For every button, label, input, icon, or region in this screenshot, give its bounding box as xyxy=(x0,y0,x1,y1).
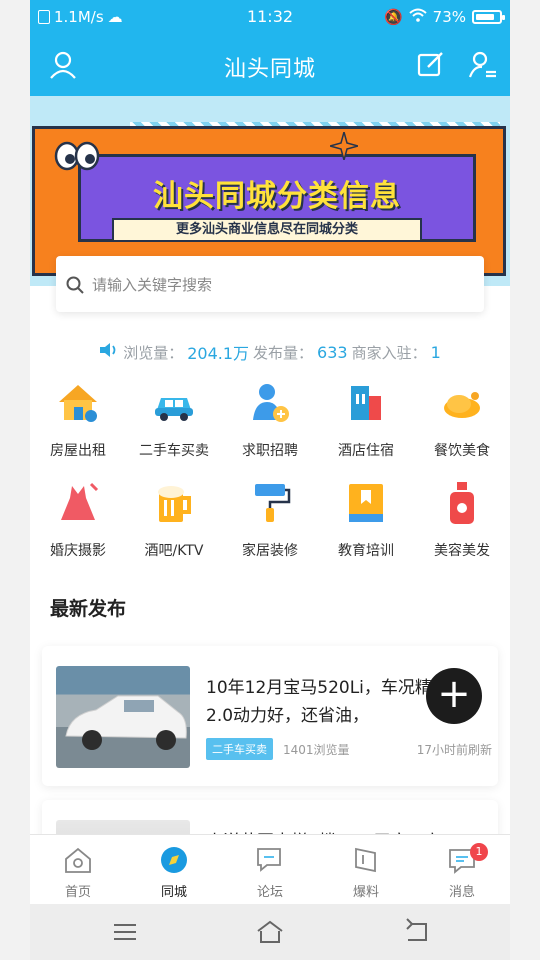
food-icon xyxy=(444,392,480,418)
section-title-latest: 最新发布 xyxy=(50,598,127,620)
category-label: 婚庆摄影 xyxy=(50,543,106,559)
category-bar-ktv[interactable]: 酒吧/KTV xyxy=(126,480,222,560)
home-icon xyxy=(65,847,91,873)
category-label: 美容美发 xyxy=(434,543,490,559)
category-label: 二手车买卖 xyxy=(139,443,209,459)
merchants-label: 商家入驻： xyxy=(351,343,427,362)
category-jobs[interactable]: 求职招聘 xyxy=(222,380,318,460)
lotion-icon xyxy=(450,482,474,524)
profile-settings-icon[interactable] xyxy=(468,50,498,80)
tab-label: 同城 xyxy=(160,885,187,900)
category-grid: 房屋出租 二手车买卖 求职招聘 酒店住宿 餐饮美食 婚庆摄影 酒吧/KTV 家居… xyxy=(30,380,510,560)
status-bar: 1.1M/s ☁ 11:32 🔕 73% xyxy=(30,0,510,34)
chat-icon xyxy=(257,848,281,872)
tab-label: 爆料 xyxy=(352,885,379,900)
search-icon xyxy=(66,276,84,294)
car-icon xyxy=(155,398,193,421)
post-category-tag[interactable]: 二手车买卖 xyxy=(206,738,273,760)
post-meta: 二手车买卖 1401浏览量 17小时前刷新 xyxy=(206,738,492,760)
banner-tagline: 更多汕头商业信息尽在同城分类 xyxy=(112,218,422,242)
views-label: 浏览量： xyxy=(123,343,184,362)
tab-city[interactable]: 同城 xyxy=(126,835,222,904)
app-header: 汕头同城 xyxy=(30,34,510,96)
edit-icon[interactable] xyxy=(416,50,446,80)
home-nav-icon[interactable] xyxy=(255,918,285,946)
category-wedding-photo[interactable]: 婚庆摄影 xyxy=(30,480,126,560)
battery-percent: 73% xyxy=(432,8,466,26)
menu-icon[interactable] xyxy=(110,918,140,946)
post-card[interactable]: 10年12月宝马520Li，车况精品，2.0动力好，还省油， 二手车买卖 140… xyxy=(42,646,498,786)
wifi-icon xyxy=(408,8,427,26)
tab-forum[interactable]: 论坛 xyxy=(222,835,318,904)
tab-tips[interactable]: 爆料 xyxy=(318,835,414,904)
posts-count: 633 xyxy=(317,342,348,362)
bottom-tab-bar: 首页 同城 论坛 爆料 1 消息 xyxy=(30,834,510,904)
post-thumbnail xyxy=(56,666,190,768)
category-label: 教育培训 xyxy=(338,543,394,559)
dress-icon xyxy=(61,482,99,520)
category-beauty[interactable]: 美容美发 xyxy=(414,480,510,560)
post-views: 1401浏览量 xyxy=(283,742,350,757)
banner-headline: 汕头同城分类信息 xyxy=(153,179,401,214)
category-label: 餐饮美食 xyxy=(434,443,490,459)
eyes-icon xyxy=(54,141,100,171)
tab-messages[interactable]: 1 消息 xyxy=(414,835,510,904)
category-label: 求职招聘 xyxy=(242,443,298,459)
site-stats: 浏览量： 204.1万 发布量： 633 商家入驻： 1 xyxy=(30,340,510,364)
category-home-decor[interactable]: 家居装修 xyxy=(222,480,318,560)
mute-icon: 🔕 xyxy=(383,8,403,26)
hotel-icon xyxy=(351,386,381,420)
category-label: 房屋出租 xyxy=(50,443,106,459)
category-label: 酒店住宿 xyxy=(338,443,394,459)
add-post-button[interactable]: + xyxy=(426,668,482,724)
app-screen: 1.1M/s ☁ 11:32 🔕 73% 汕头同城 汕头同城分类信息 更多汕头商… xyxy=(30,0,510,960)
views-count: 204.1万 xyxy=(187,344,250,363)
house-icon xyxy=(59,385,97,422)
tab-label: 首页 xyxy=(64,885,91,900)
search-placeholder: 请输入关键字搜索 xyxy=(92,276,213,294)
flag-icon xyxy=(355,847,376,873)
tab-home[interactable]: 首页 xyxy=(30,835,126,904)
search-input[interactable]: 请输入关键字搜索 xyxy=(56,256,484,312)
merchants-count: 1 xyxy=(430,342,441,362)
speaker-icon xyxy=(99,342,119,362)
post-time: 17小时前刷新 xyxy=(416,742,492,757)
book-icon xyxy=(349,484,383,522)
category-food[interactable]: 餐饮美食 xyxy=(414,380,510,460)
compass-icon xyxy=(161,847,187,873)
tab-label: 论坛 xyxy=(256,885,283,900)
job-icon xyxy=(253,384,289,422)
battery-icon xyxy=(472,10,505,24)
category-label: 酒吧/KTV xyxy=(144,543,204,559)
beer-icon xyxy=(158,486,191,522)
category-education[interactable]: 教育培训 xyxy=(318,480,414,560)
tab-label: 消息 xyxy=(448,885,475,900)
sparkle-icon xyxy=(330,132,358,160)
system-navigation-bar xyxy=(30,904,510,960)
paint-roller-icon xyxy=(255,484,291,522)
status-right: 🔕 73% xyxy=(383,8,505,26)
category-hotel[interactable]: 酒店住宿 xyxy=(318,380,414,460)
unread-badge: 1 xyxy=(470,843,488,861)
category-used-cars[interactable]: 二手车买卖 xyxy=(126,380,222,460)
back-icon[interactable] xyxy=(402,918,432,946)
posts-label: 发布量： xyxy=(253,343,314,362)
category-label: 家居装修 xyxy=(242,543,298,559)
category-house-rent[interactable]: 房屋出租 xyxy=(30,380,126,460)
